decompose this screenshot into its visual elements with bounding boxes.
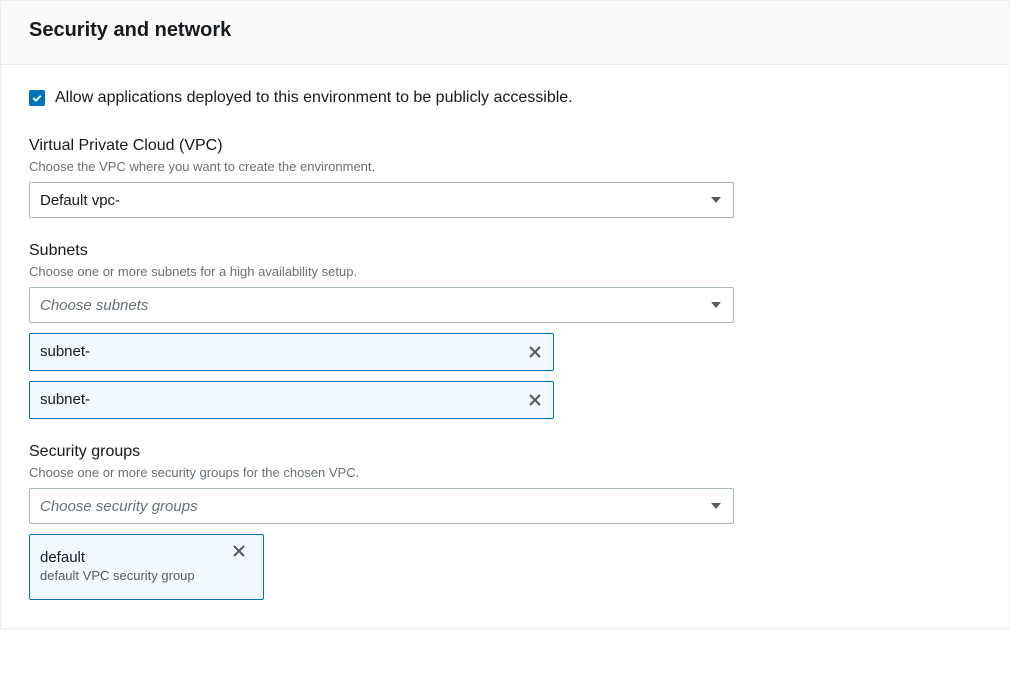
panel-title: Security and network [29, 19, 981, 42]
security-group-token-text: default default VPC security group [40, 541, 195, 593]
public-access-label: Allow applications deployed to this envi… [55, 89, 573, 107]
caret-down-icon [711, 503, 721, 509]
security-group-tokens: default default VPC security group [29, 534, 981, 600]
remove-security-group-button[interactable] [221, 543, 257, 559]
remove-subnet-button[interactable] [517, 392, 553, 408]
subnets-group: Subnets Choose one or more subnets for a… [29, 242, 981, 419]
subnets-placeholder: Choose subnets [40, 297, 148, 314]
subnets-select[interactable]: Choose subnets [29, 287, 734, 323]
subnet-tokens: subnet- subnet- [29, 333, 981, 419]
vpc-label: Virtual Private Cloud (VPC) [29, 137, 981, 155]
subnet-token-label: subnet- [40, 343, 90, 362]
caret-down-icon [711, 197, 721, 203]
caret-down-icon [711, 302, 721, 308]
security-groups-select[interactable]: Choose security groups [29, 488, 734, 524]
subnets-help: Choose one or more subnets for a high av… [29, 264, 981, 279]
security-groups-group: Security groups Choose one or more secur… [29, 443, 981, 600]
close-icon [231, 543, 247, 559]
security-group-token-desc: default VPC security group [40, 568, 195, 585]
subnet-token: subnet- [29, 381, 554, 419]
public-access-checkbox[interactable] [29, 90, 45, 106]
subnet-token: subnet- [29, 333, 554, 371]
vpc-group: Virtual Private Cloud (VPC) Choose the V… [29, 137, 981, 218]
security-groups-label: Security groups [29, 443, 981, 461]
security-groups-help: Choose one or more security groups for t… [29, 465, 981, 480]
security-group-token: default default VPC security group [29, 534, 264, 600]
security-group-token-label: default [40, 549, 195, 568]
vpc-select-value: Default vpc- [40, 192, 120, 209]
vpc-help: Choose the VPC where you want to create … [29, 159, 981, 174]
check-icon [31, 92, 43, 104]
vpc-select[interactable]: Default vpc- [29, 182, 734, 218]
panel-header: Security and network [1, 1, 1009, 65]
security-groups-placeholder: Choose security groups [40, 498, 198, 515]
remove-subnet-button[interactable] [517, 344, 553, 360]
subnets-label: Subnets [29, 242, 981, 260]
subnet-token-label: subnet- [40, 391, 90, 410]
security-network-panel: Security and network Allow applications … [0, 0, 1010, 629]
close-icon [527, 344, 543, 360]
panel-body: Allow applications deployed to this envi… [1, 65, 1009, 628]
public-access-row: Allow applications deployed to this envi… [29, 89, 981, 107]
close-icon [527, 392, 543, 408]
